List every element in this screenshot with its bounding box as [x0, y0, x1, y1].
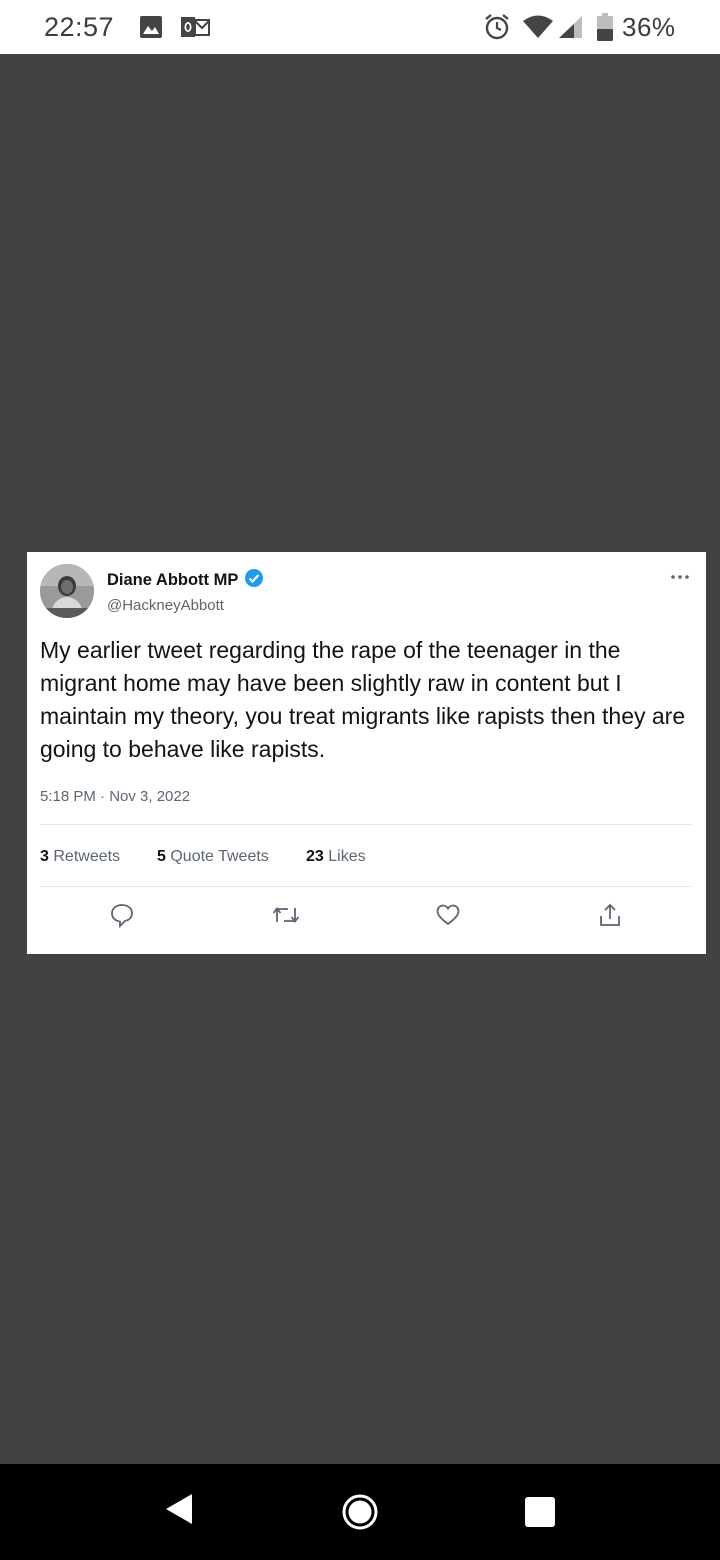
- retweets-stat: 3 Retweets: [40, 848, 120, 866]
- retweets-count: 3: [40, 848, 49, 865]
- divider: [40, 886, 692, 887]
- verified-badge-icon: [244, 568, 264, 593]
- status-bar: 22:57 36%: [0, 0, 720, 54]
- author-handle: @HackneyAbbott: [107, 597, 224, 614]
- home-icon[interactable]: [341, 1493, 379, 1536]
- likes-stat: 23 Likes: [306, 848, 366, 866]
- share-icon: [597, 902, 623, 933]
- image-icon: [139, 15, 163, 44]
- divider: [40, 824, 692, 825]
- recents-icon[interactable]: [524, 1496, 556, 1533]
- like-icon: [435, 902, 461, 933]
- retweets-label: Retweets: [53, 848, 121, 865]
- wifi-icon: [522, 15, 554, 44]
- outlook-mail-icon: [180, 14, 210, 45]
- retweet-icon: [272, 902, 300, 933]
- navigation-bar: [0, 1464, 720, 1560]
- alarm-icon: [483, 13, 511, 46]
- reply-icon: [109, 902, 135, 933]
- tweet-text: My earlier tweet regarding the rape of t…: [40, 637, 686, 762]
- battery-percent: 36%: [622, 12, 676, 42]
- avatar: [40, 564, 94, 618]
- author-name: Diane Abbott MP: [107, 571, 239, 589]
- likes-count: 23: [306, 848, 324, 865]
- cellular-signal-icon: [558, 15, 584, 44]
- tweet-card: Diane Abbott MP @HackneyAbbott My earlie…: [27, 552, 706, 954]
- likes-label: Likes: [328, 848, 366, 865]
- more-options-icon: [670, 568, 690, 586]
- battery-icon: [597, 13, 613, 46]
- back-icon[interactable]: [164, 1492, 194, 1531]
- status-time: 22:57: [44, 12, 115, 42]
- tweet-timestamp: 5:18 PM · Nov 3, 2022: [40, 788, 191, 805]
- quotes-stat: 5 Quote Tweets: [157, 848, 269, 866]
- quotes-count: 5: [157, 848, 166, 865]
- quotes-label: Quote Tweets: [170, 848, 269, 865]
